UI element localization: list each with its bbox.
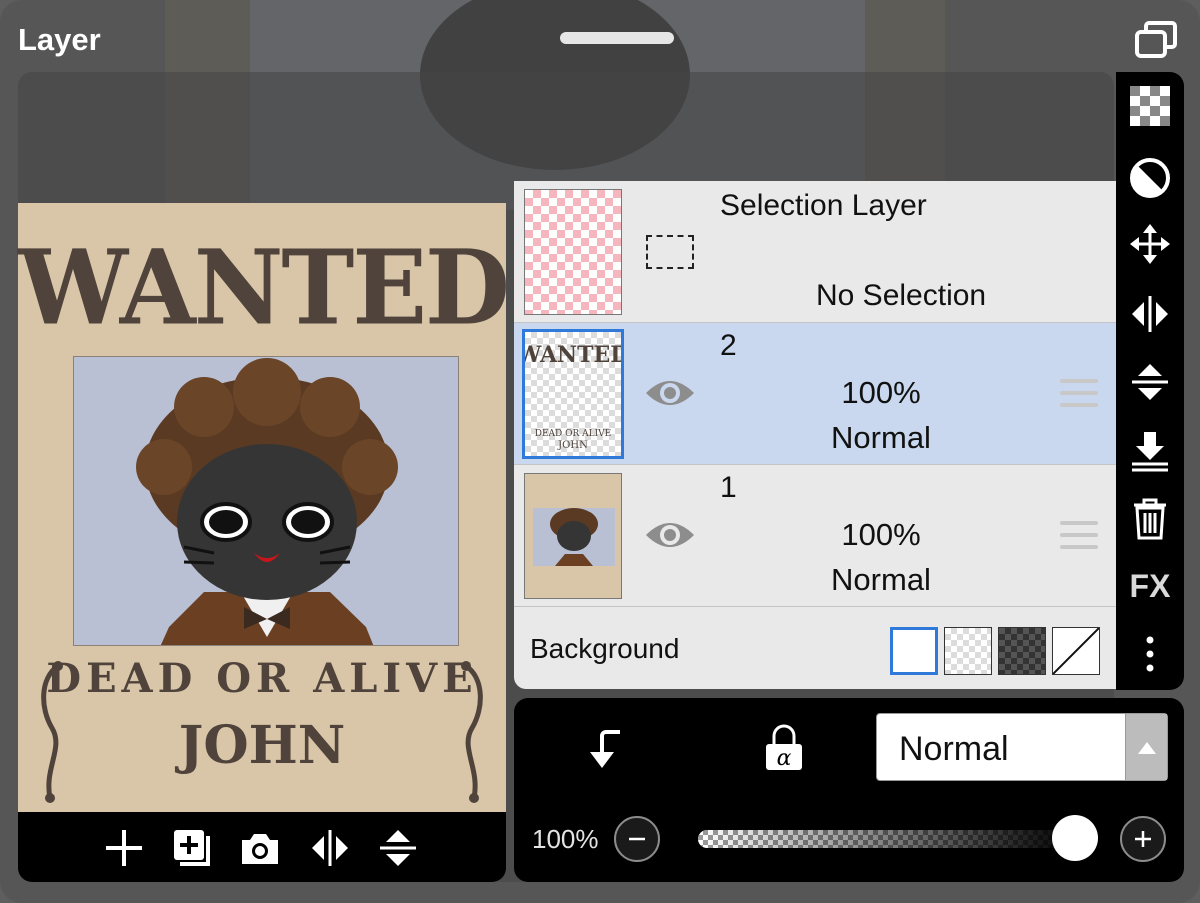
- contrast-icon[interactable]: [1128, 156, 1172, 200]
- layer-blend-mode: Normal: [831, 562, 931, 597]
- alpha-lock-icon[interactable]: α: [762, 724, 806, 772]
- plus-icon[interactable]: [1120, 816, 1166, 862]
- layer-name: 2: [720, 329, 737, 362]
- opacity-slider-knob[interactable]: [1052, 815, 1098, 861]
- more-icon[interactable]: [1128, 632, 1172, 676]
- layer-thumbnail-1: [524, 473, 622, 599]
- fx-button[interactable]: FX: [1126, 568, 1174, 605]
- background-label: Background: [530, 633, 680, 664]
- layer-thumbnail-2: WANTED DEAD OR ALIVE JOHN: [522, 329, 624, 459]
- svg-text:JOHN: JOHN: [557, 440, 588, 451]
- flip-horizontal-icon[interactable]: [308, 826, 352, 870]
- poster-name: JOHN: [178, 715, 346, 776]
- background-none-swatch[interactable]: [1052, 627, 1100, 675]
- add-layer-icon[interactable]: [170, 826, 214, 870]
- opacity-controls: 100%: [514, 796, 1184, 882]
- background-transparent-swatch[interactable]: [944, 627, 992, 675]
- camera-icon[interactable]: [238, 826, 282, 870]
- drag-handle[interactable]: [560, 32, 674, 44]
- selection-layer-title: Selection Layer: [720, 189, 927, 222]
- background-white-swatch[interactable]: [890, 627, 938, 675]
- checker-icon[interactable]: [1128, 84, 1172, 128]
- layer-panel: Layer WANTED DEAD OR ALIVE JOHN Selectio…: [0, 0, 1200, 903]
- layer-opacity: 100%: [841, 517, 921, 552]
- selection-layer-row[interactable]: Selection Layer No Selection: [514, 181, 1116, 323]
- poster-portrait: [73, 356, 459, 646]
- layer-row-2[interactable]: WANTED DEAD OR ALIVE JOHN 2 100% Normal: [514, 323, 1116, 465]
- background-dark-swatch[interactable]: [998, 627, 1046, 675]
- layer-opacity: 100%: [841, 375, 921, 410]
- flip-vertical-icon[interactable]: [1128, 360, 1172, 404]
- clipping-icon[interactable]: [584, 724, 628, 772]
- window-icon[interactable]: [1134, 20, 1178, 60]
- trash-icon[interactable]: [1128, 496, 1172, 540]
- panel-title: Layer: [18, 22, 101, 57]
- blend-mode-select[interactable]: Normal: [876, 713, 1168, 781]
- poster-subline: DEAD OR ALIVE: [46, 655, 478, 702]
- opacity-slider[interactable]: [698, 830, 1078, 848]
- preview-toolbar: [18, 812, 506, 882]
- layer-tools-bar: FX: [1116, 72, 1184, 690]
- layer-list: Selection Layer No Selection WANTED DEAD…: [514, 181, 1116, 689]
- canvas-preview: WANTED DEAD OR ALIVE JOHN: [18, 203, 510, 813]
- blend-mode-value: Normal: [899, 730, 1009, 768]
- selection-marquee-icon: [646, 235, 694, 269]
- chevron-up-icon[interactable]: [1125, 714, 1167, 780]
- flip-horizontal-icon[interactable]: [1128, 292, 1172, 336]
- layer-blend-mode: Normal: [831, 420, 931, 455]
- reorder-handle-icon[interactable]: [1060, 521, 1098, 551]
- svg-text:α: α: [777, 746, 792, 771]
- flip-vertical-icon[interactable]: [376, 826, 420, 870]
- minus-icon[interactable]: [614, 816, 660, 862]
- move-icon[interactable]: [1128, 222, 1172, 266]
- svg-text:WANTED: WANTED: [525, 342, 621, 368]
- selection-layer-thumbnail: [524, 189, 622, 315]
- merge-down-icon[interactable]: [1128, 428, 1172, 472]
- selection-status: No Selection: [816, 279, 987, 312]
- eye-icon[interactable]: [644, 375, 696, 411]
- eye-icon[interactable]: [644, 517, 696, 553]
- opacity-value: 100%: [532, 824, 599, 854]
- background-row: Background: [514, 609, 1116, 689]
- poster-headline: WANTED: [18, 228, 510, 349]
- layer-row-1[interactable]: 1 100% Normal: [514, 465, 1116, 607]
- blend-controls: α Normal: [514, 698, 1184, 796]
- reorder-handle-icon[interactable]: [1060, 379, 1098, 409]
- layer-name: 1: [720, 471, 737, 504]
- svg-text:DEAD OR ALIVE: DEAD OR ALIVE: [535, 429, 611, 439]
- plus-icon[interactable]: [102, 826, 146, 870]
